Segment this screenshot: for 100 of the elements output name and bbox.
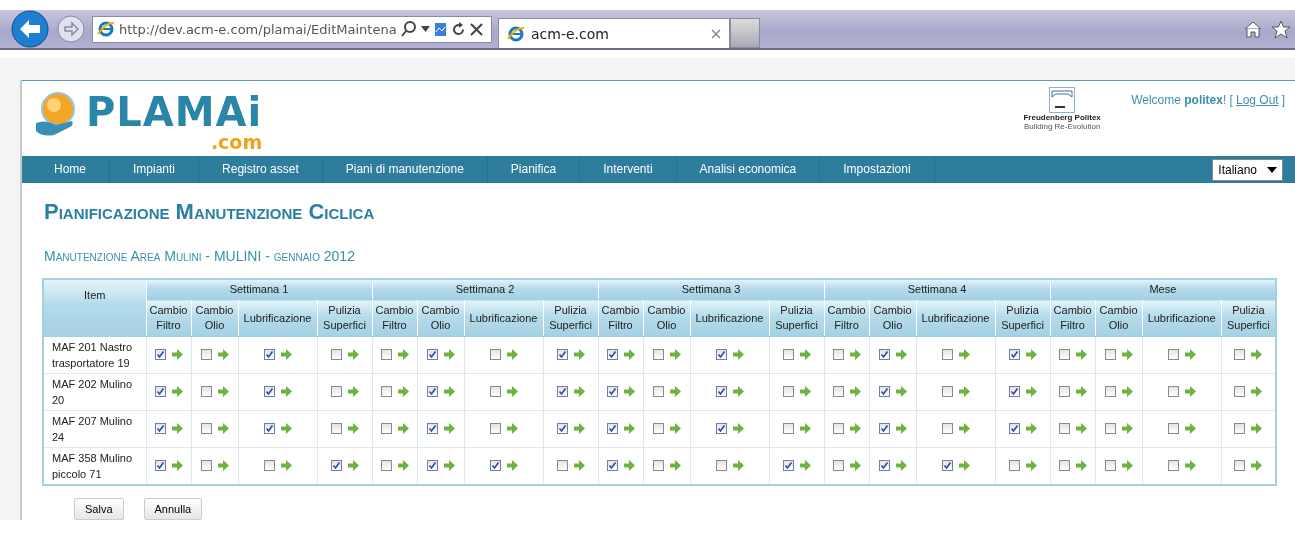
checkbox[interactable] xyxy=(1167,459,1179,471)
arrow-icon[interactable] xyxy=(1251,385,1263,397)
checkbox[interactable] xyxy=(878,423,890,434)
checkbox[interactable] xyxy=(652,422,664,434)
checkbox[interactable] xyxy=(489,348,501,360)
checkbox[interactable] xyxy=(1167,385,1179,397)
arrow-icon[interactable] xyxy=(895,460,907,471)
address-bar[interactable]: http://dev.acm-e.com/plamai/EditMaintena xyxy=(92,15,492,43)
checkbox[interactable] xyxy=(878,386,890,397)
checkbox[interactable] xyxy=(715,386,727,397)
arrow-icon[interactable] xyxy=(347,385,359,397)
arrow-icon[interactable] xyxy=(1121,385,1133,397)
compatibility-icon[interactable] xyxy=(433,21,447,37)
checkbox[interactable] xyxy=(1008,349,1020,360)
arrow-icon[interactable] xyxy=(1121,422,1133,434)
arrow-icon[interactable] xyxy=(217,422,229,434)
checkbox[interactable] xyxy=(380,459,392,471)
arrow-icon[interactable] xyxy=(1251,459,1263,471)
arrow-icon[interactable] xyxy=(347,460,359,471)
arrow-icon[interactable] xyxy=(397,385,409,397)
arrow-icon[interactable] xyxy=(443,386,455,397)
checkbox[interactable] xyxy=(832,459,844,471)
checkbox[interactable] xyxy=(330,422,342,434)
checkbox[interactable] xyxy=(782,385,794,397)
refresh-icon[interactable] xyxy=(450,21,466,37)
checkbox[interactable] xyxy=(652,459,664,471)
arrow-icon[interactable] xyxy=(171,386,183,397)
checkbox[interactable] xyxy=(878,349,890,360)
arrow-icon[interactable] xyxy=(1025,423,1037,434)
checkbox[interactable] xyxy=(782,422,794,434)
arrow-icon[interactable] xyxy=(799,460,811,471)
arrow-icon[interactable] xyxy=(1025,349,1037,360)
arrow-icon[interactable] xyxy=(895,423,907,434)
checkbox[interactable] xyxy=(154,423,166,434)
arrow-icon[interactable] xyxy=(217,385,229,397)
checkbox[interactable] xyxy=(941,348,953,360)
checkbox[interactable] xyxy=(263,459,275,471)
arrow-icon[interactable] xyxy=(506,422,518,434)
logout-link[interactable]: Log Out xyxy=(1235,93,1279,107)
checkbox[interactable] xyxy=(556,423,568,434)
arrow-icon[interactable] xyxy=(217,348,229,360)
back-button[interactable] xyxy=(10,9,50,49)
arrow-icon[interactable] xyxy=(280,349,292,360)
arrow-icon[interactable] xyxy=(1025,386,1037,397)
arrow-icon[interactable] xyxy=(171,349,183,360)
arrow-icon[interactable] xyxy=(669,459,681,471)
checkbox[interactable] xyxy=(154,386,166,397)
checkbox[interactable] xyxy=(154,460,166,471)
nav-item[interactable]: Piani di manutenzione xyxy=(322,156,488,183)
nav-item[interactable]: Home xyxy=(31,156,110,183)
arrow-icon[interactable] xyxy=(280,386,292,397)
checkbox[interactable] xyxy=(652,385,664,397)
checkbox[interactable] xyxy=(154,349,166,360)
arrow-icon[interactable] xyxy=(171,423,183,434)
arrow-icon[interactable] xyxy=(623,386,635,397)
arrow-icon[interactable] xyxy=(347,422,359,434)
checkbox[interactable] xyxy=(606,460,618,471)
arrow-icon[interactable] xyxy=(217,459,229,471)
checkbox[interactable] xyxy=(200,385,212,397)
checkbox[interactable] xyxy=(1008,423,1020,434)
arrow-icon[interactable] xyxy=(443,423,455,434)
checkbox[interactable] xyxy=(1058,385,1070,397)
checkbox[interactable] xyxy=(782,460,794,471)
arrow-icon[interactable] xyxy=(397,459,409,471)
checkbox[interactable] xyxy=(606,349,618,360)
checkbox[interactable] xyxy=(263,423,275,434)
arrow-icon[interactable] xyxy=(1121,459,1133,471)
search-icon[interactable] xyxy=(400,21,417,37)
arrow-icon[interactable] xyxy=(506,385,518,397)
nav-item[interactable]: Impianti xyxy=(110,156,200,183)
arrow-icon[interactable] xyxy=(732,386,744,397)
arrow-icon[interactable] xyxy=(1184,459,1196,471)
checkbox[interactable] xyxy=(330,385,342,397)
arrow-icon[interactable] xyxy=(573,459,585,471)
arrow-icon[interactable] xyxy=(397,422,409,434)
checkbox[interactable] xyxy=(941,460,953,471)
checkbox[interactable] xyxy=(1167,422,1179,434)
arrow-icon[interactable] xyxy=(506,460,518,471)
arrow-icon[interactable] xyxy=(799,385,811,397)
checkbox[interactable] xyxy=(556,349,568,360)
arrow-icon[interactable] xyxy=(171,460,183,471)
checkbox[interactable] xyxy=(832,385,844,397)
checkbox[interactable] xyxy=(1058,459,1070,471)
checkbox[interactable] xyxy=(1234,385,1246,397)
checkbox[interactable] xyxy=(606,386,618,397)
checkbox[interactable] xyxy=(489,385,501,397)
arrow-icon[interactable] xyxy=(732,423,744,434)
checkbox[interactable] xyxy=(1104,385,1116,397)
checkbox[interactable] xyxy=(782,348,794,360)
checkbox[interactable] xyxy=(330,460,342,471)
dropdown-icon[interactable] xyxy=(1267,166,1277,173)
checkbox[interactable] xyxy=(878,460,890,471)
arrow-icon[interactable] xyxy=(1025,459,1037,471)
arrow-icon[interactable] xyxy=(397,348,409,360)
checkbox[interactable] xyxy=(556,386,568,397)
arrow-icon[interactable] xyxy=(573,386,585,397)
arrow-icon[interactable] xyxy=(958,348,970,360)
new-tab-button[interactable] xyxy=(730,18,760,48)
checkbox[interactable] xyxy=(426,460,438,471)
arrow-icon[interactable] xyxy=(895,349,907,360)
